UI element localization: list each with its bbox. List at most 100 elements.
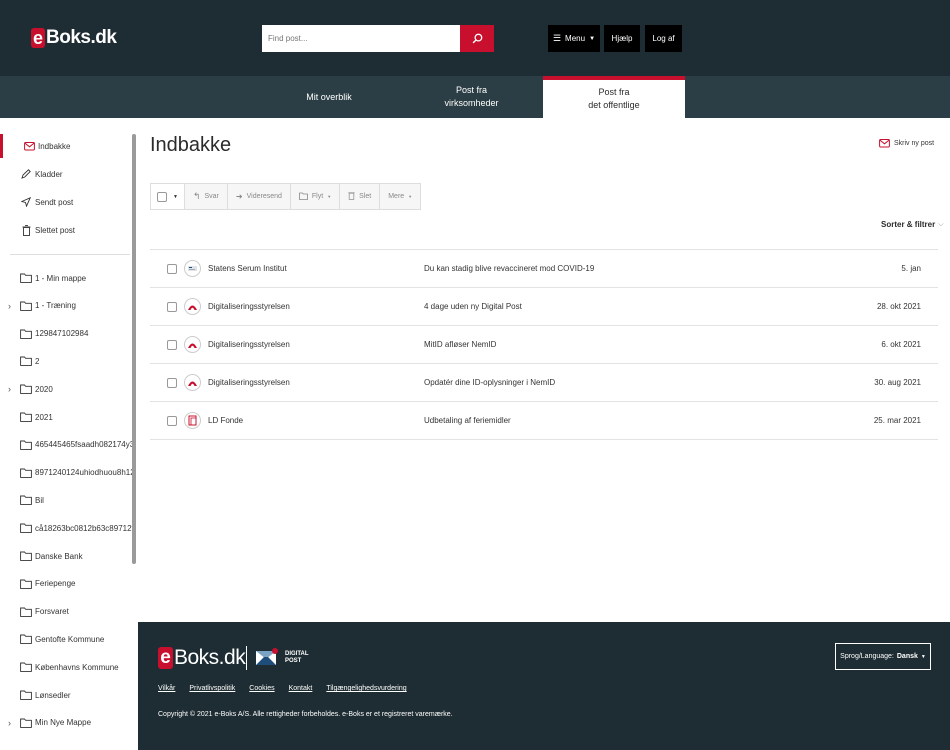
tab-mit-overblik[interactable]: Mit overblik (258, 76, 400, 118)
tab-post-fra-virksomheder[interactable]: Post fra virksomheder (400, 76, 543, 118)
sidebar-folder-label: Danske Bank (35, 551, 83, 561)
sidebar-folder-item[interactable]: › Min Nye Mappe (0, 711, 132, 735)
sender-logo-icon (184, 298, 201, 315)
folder-icon (20, 550, 32, 562)
sidebar-folder-item[interactable]: 2021 (0, 405, 132, 429)
folder-icon (20, 689, 32, 701)
sidebar-item-label: Slettet post (35, 225, 76, 235)
message-checkbox[interactable] (167, 302, 177, 312)
folder-icon (20, 383, 32, 395)
sidebar: Indbakke Kladder Sendt post Slettet post… (0, 118, 138, 750)
eboks-logo[interactable]: e Boks.dk (31, 27, 117, 49)
caret-down-icon: ▼ (173, 193, 178, 200)
compose-envelope-icon (879, 139, 890, 148)
folder-icon (20, 494, 32, 506)
sidebar-folder-item[interactable]: 1 - Min mappe (0, 266, 132, 290)
sidebar-scrollbar[interactable] (132, 134, 136, 564)
message-sender: Statens Serum Institut (208, 264, 287, 273)
sidebar-folder-item[interactable]: › 1 - Træning (0, 294, 132, 318)
footer-link-cookies[interactable]: Cookies (249, 685, 274, 692)
folder-icon (20, 717, 32, 729)
sidebar-folder-item[interactable]: 8971240124uhiodhuou8h12308... (0, 461, 132, 485)
logo-e: e (31, 28, 45, 48)
more-button[interactable]: Mere ▼ (380, 184, 420, 209)
sort-filter-button[interactable]: Sorter & filtrer ⌵ (881, 220, 944, 229)
message-subject: MitID afløser NemID (424, 340, 497, 349)
logout-button[interactable]: Log af (645, 25, 682, 52)
sidebar-folder-label: 2021 (35, 412, 53, 422)
sidebar-folder-item[interactable]: 2 (0, 349, 132, 373)
delete-button[interactable]: Slet (340, 184, 381, 209)
sidebar-folder-label: Gentofte Kommune (35, 634, 105, 644)
top-header: e Boks.dk ☰ Menu ▼ Hjælp Log af (0, 0, 950, 76)
sidebar-folder-item[interactable]: 465445465fsaadh082174y308173 (0, 433, 132, 457)
chevron-down-icon: ⌵ (938, 220, 944, 228)
sidebar-folder-item[interactable]: 129847102984 (0, 322, 132, 346)
compose-label: Skriv ny post (894, 139, 935, 147)
footer-eboks-logo[interactable]: e Boks.dk (158, 646, 246, 670)
select-all-checkbox[interactable] (157, 191, 167, 202)
sidebar-folder-item[interactable]: Gentofte Kommune (0, 627, 132, 651)
menu-label: Menu (565, 34, 586, 43)
message-checkbox[interactable] (167, 340, 177, 350)
message-subject: Opdatér dine ID-oplysninger i NemID (424, 378, 556, 387)
message-checkbox[interactable] (167, 378, 177, 388)
sidebar-divider (10, 254, 130, 255)
folder-icon (20, 661, 32, 673)
sidebar-folder-item[interactable]: Feriepenge (0, 572, 132, 596)
chevron-right-icon[interactable]: › (8, 301, 11, 311)
footer-link-kontakt[interactable]: Kontakt (289, 685, 313, 692)
sidebar-folder-item[interactable]: Danske Bank (0, 544, 132, 568)
sidebar-folder-item[interactable]: Københavns Kommune (0, 655, 132, 679)
move-button[interactable]: Flyt ▼ (291, 184, 341, 209)
chevron-right-icon[interactable]: › (8, 384, 11, 394)
caret-down-icon: ▼ (408, 194, 413, 199)
footer-logo-text: Boks.dk (174, 646, 246, 669)
sidebar-folder-item[interactable]: Lønsedler (0, 683, 132, 707)
message-checkbox[interactable] (167, 416, 177, 426)
sidebar-item-indbakke[interactable]: Indbakke (0, 134, 132, 158)
sidebar-item-sendt-post[interactable]: Sendt post (0, 190, 132, 214)
message-row[interactable]: Statens Serum Institut Du kan stadig bliv… (150, 250, 938, 288)
sidebar-item-kladder[interactable]: Kladder (0, 162, 132, 186)
sidebar-folder-item[interactable]: Bil (0, 488, 132, 512)
message-row[interactable]: Digitaliseringsstyrelsen Opdatér dine ID-… (150, 364, 938, 402)
sidebar-folder-label: 2 (35, 356, 40, 366)
sidebar-folder-item[interactable]: cå18263bc0812b63c89712t63b... (0, 516, 132, 540)
chevron-right-icon[interactable]: › (8, 718, 11, 728)
sidebar-folder-item[interactable]: Forsvaret (0, 600, 132, 624)
search-input[interactable] (262, 25, 460, 52)
menu-button[interactable]: ☰ Menu ▼ (548, 25, 600, 52)
sender-logo-icon (184, 336, 201, 353)
sidebar-folder-label: 8971240124uhiodhuou8h12308... (35, 468, 132, 478)
select-all-dropdown[interactable]: ▼ (151, 184, 185, 209)
send-icon (20, 196, 32, 208)
folder-icon (20, 467, 32, 479)
forward-button[interactable]: ➜ Videresend (228, 184, 291, 209)
reply-button[interactable]: ↰ Svar (185, 184, 228, 209)
language-selector[interactable]: Sprog/Language: Dansk ▼ (835, 643, 931, 670)
footer-link-tilgaengelighed[interactable]: Tilgængelighedsvurdering (326, 685, 406, 692)
sidebar-folder-label: cå18263bc0812b63c89712t63b... (35, 523, 132, 533)
search-button[interactable] (460, 25, 494, 52)
sidebar-folder-label: 465445465fsaadh082174y308173 (35, 440, 132, 450)
compose-button[interactable]: Skriv ny post (879, 138, 934, 148)
sidebar-folder-item[interactable]: › 2020 (0, 377, 132, 401)
footer-link-vilkaar[interactable]: Vilkår (158, 685, 175, 692)
message-date: 28. okt 2021 (876, 302, 921, 311)
sidebar-item-slettet-post[interactable]: Slettet post (0, 218, 132, 242)
message-row[interactable]: Digitaliseringsstyrelsen 4 dage uden ny D… (150, 288, 938, 326)
sort-filter-label: Sorter & filtrer (881, 220, 936, 229)
search-icon (472, 33, 482, 44)
sidebar-folder-label: Min Nye Mappe (35, 718, 92, 728)
message-sender: LD Fonde (208, 416, 244, 425)
footer-logo-e: e (158, 647, 173, 669)
footer-link-privatlivspolitik[interactable]: Privatlivspolitik (189, 685, 235, 692)
message-row[interactable]: LD Fonde Udbetaling af feriemidler 25. mar… (150, 402, 938, 440)
language-value: Dansk (896, 653, 918, 660)
message-checkbox[interactable] (167, 264, 177, 274)
tab-post-fra-det-offentlige[interactable]: Post fra det offentlige (543, 76, 685, 118)
message-row[interactable]: Digitaliseringsstyrelsen MitID afløser Ne… (150, 326, 938, 364)
sidebar-item-label: Indbakke (38, 141, 71, 151)
help-button[interactable]: Hjælp (604, 25, 640, 52)
